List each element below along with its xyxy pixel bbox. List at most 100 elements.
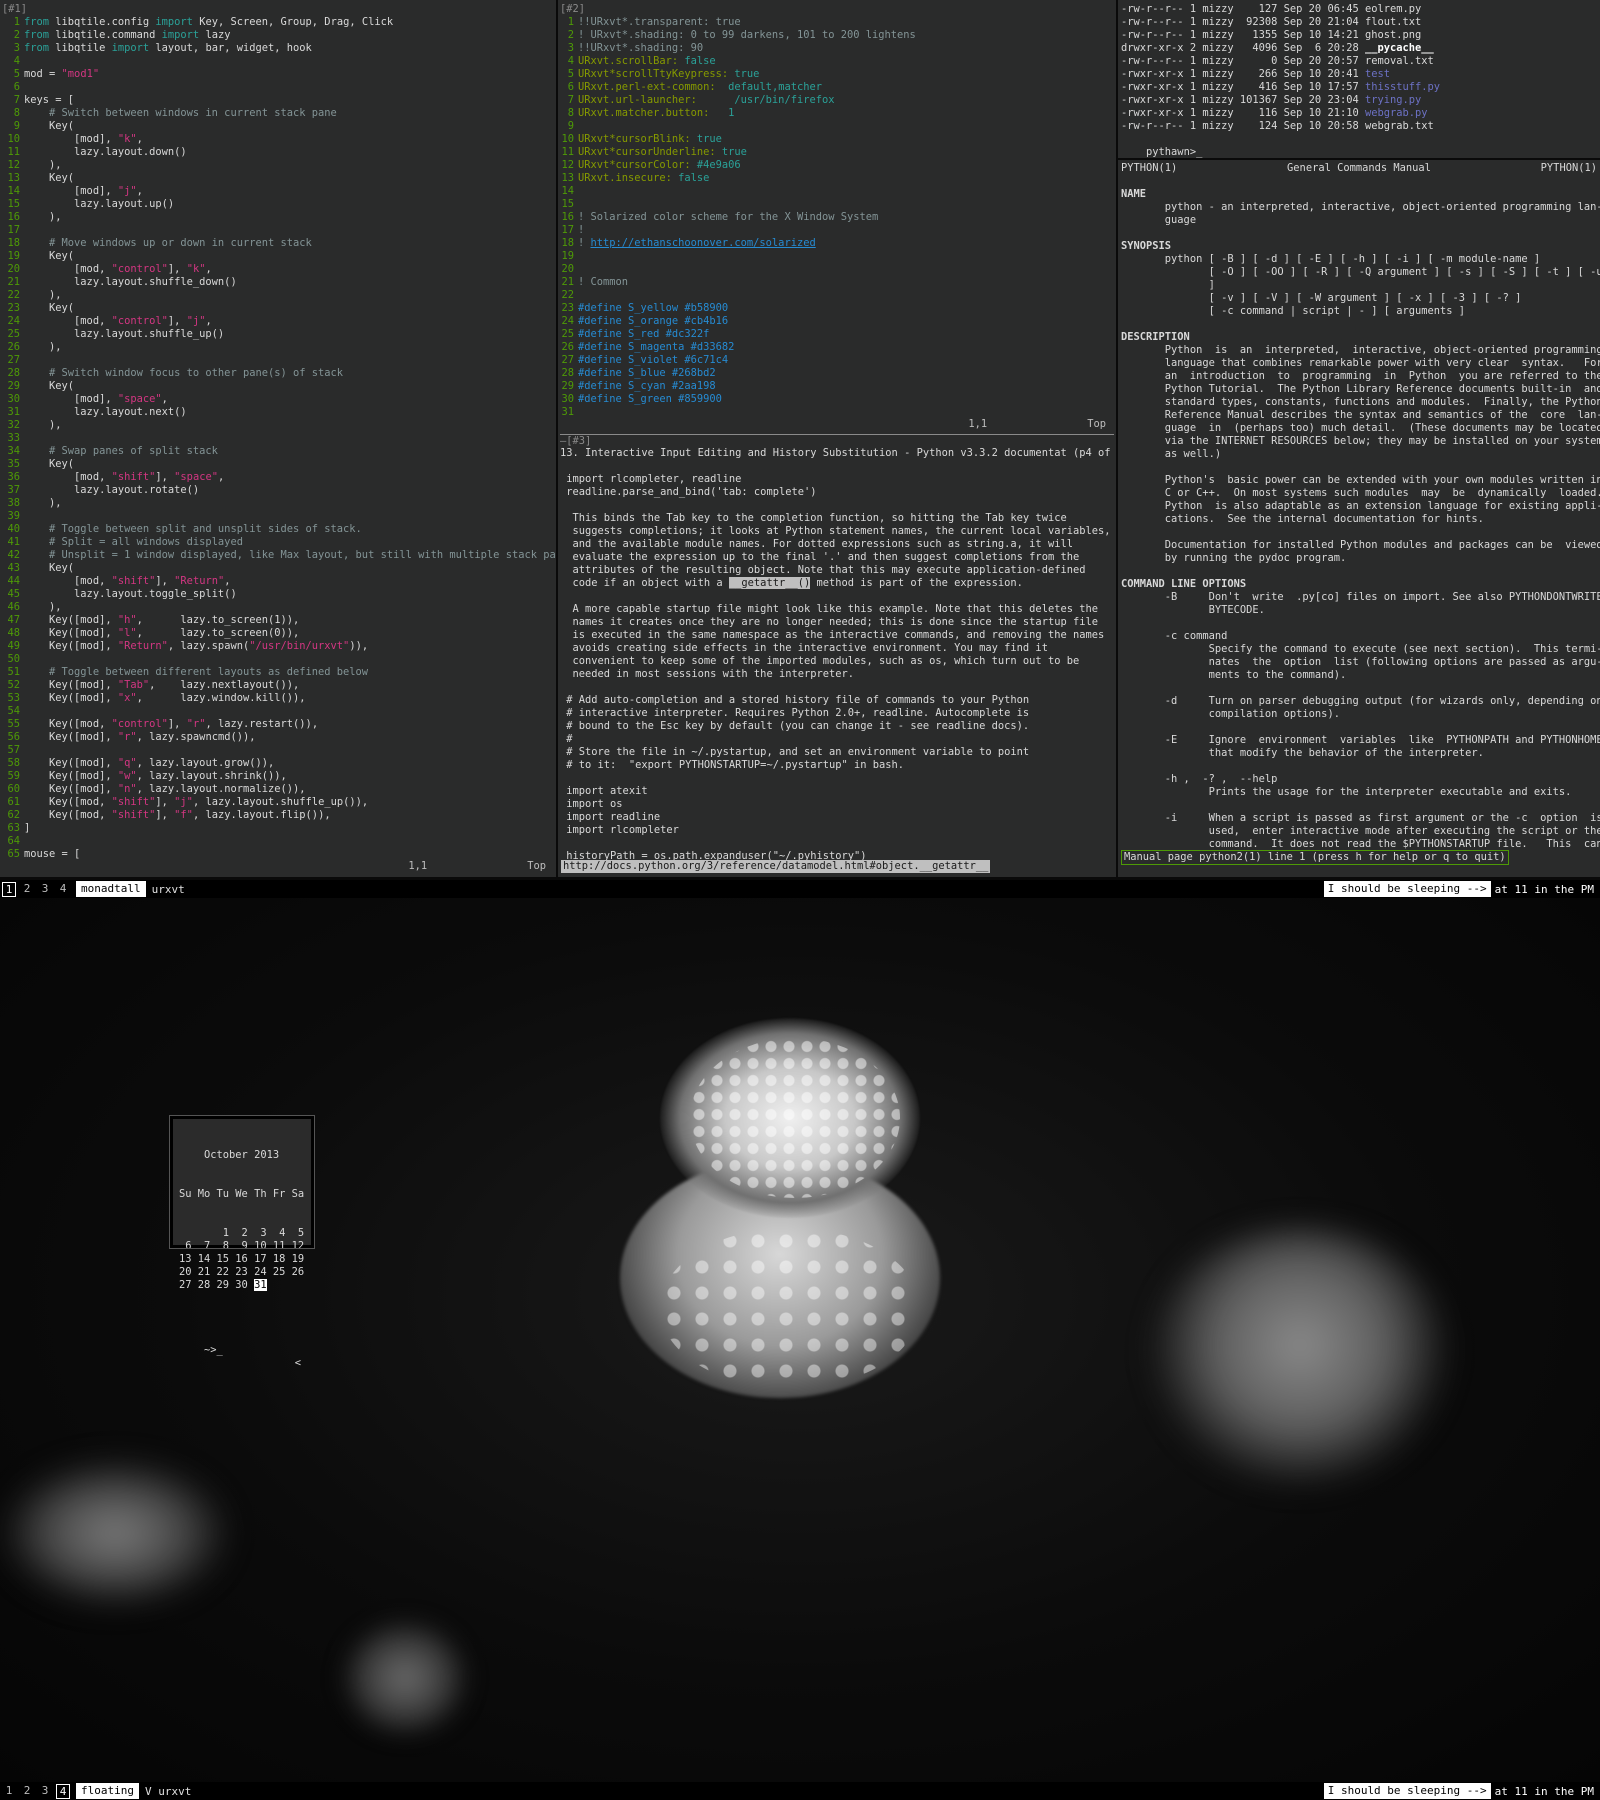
doc-line: attributes of the resulting object. Note… bbox=[560, 564, 1086, 576]
code-lines[interactable]: 1 from libqtile.config import Key, Screen… bbox=[2, 16, 556, 861]
workspace-4[interactable]: 4 bbox=[56, 1783, 70, 1799]
layout-indicator[interactable]: floating bbox=[76, 1783, 139, 1799]
doc-line: avoids creating side effects in the inte… bbox=[560, 642, 1048, 654]
editor-status: 1,1 Top bbox=[968, 418, 1106, 431]
man-line: python - an interpreted, interactive, ob… bbox=[1121, 201, 1600, 213]
file-entry: drwxr-xr-x 2 mizzy 4096 Sep 6 20:28 __py… bbox=[1121, 42, 1434, 54]
line-number: 65 bbox=[7, 848, 20, 860]
window-name[interactable]: V urxvt bbox=[145, 1785, 191, 1798]
doc-line: convenient to keep some of the imported … bbox=[560, 655, 1080, 667]
code-line: 9 bbox=[560, 120, 1114, 133]
calendar-window[interactable]: October 2013 Su Mo Tu We Th Fr Sa 1 2 3 … bbox=[169, 1115, 315, 1369]
line-number: 9 bbox=[567, 120, 574, 132]
line-number: 44 bbox=[7, 575, 20, 587]
line-text: Key([mod], "w", lazy.layout.shrink()), bbox=[24, 770, 287, 782]
line-text: ! bbox=[578, 224, 585, 236]
man-lines: NAME python - an interpreted, interactiv… bbox=[1121, 175, 1600, 851]
pane-title: —[#3] bbox=[560, 434, 1114, 447]
line-text: ), bbox=[24, 211, 62, 223]
man-line: Python is an interpreted, interactive, o… bbox=[1121, 344, 1600, 356]
manpage-pane-5[interactable]: PYTHON(1) General Commands Manual PYTHON… bbox=[1118, 160, 1600, 877]
code-line: 52 Key([mod], "Tab", lazy.nextlayout()), bbox=[2, 679, 554, 692]
line-number: 27 bbox=[561, 354, 574, 366]
calendar-today: 31 bbox=[254, 1279, 267, 1291]
line-number: 3 bbox=[567, 42, 574, 54]
line-number: 38 bbox=[7, 497, 20, 509]
line-text: Key( bbox=[24, 562, 75, 574]
line-text: from libqtile import layout, bar, widget… bbox=[24, 42, 312, 54]
workspace-1[interactable]: 1 bbox=[0, 1784, 18, 1799]
code-line: 11 lazy.layout.down() bbox=[2, 146, 554, 159]
line-number: 25 bbox=[561, 328, 574, 340]
doc-line bbox=[560, 772, 1114, 785]
prompt-widget[interactable]: I should be sleeping --> bbox=[1323, 1783, 1491, 1799]
calendar-weeks: 1 2 3 4 5 6 7 8 9 10 11 12 13 14 15 16 17… bbox=[179, 1227, 305, 1292]
line-number: 17 bbox=[7, 224, 20, 236]
code-line: 42 # Unsplit = 1 window displayed, like … bbox=[2, 549, 556, 562]
code-line: 50 bbox=[2, 653, 554, 666]
workspace-3[interactable]: 3 bbox=[36, 1784, 54, 1799]
workspace-1[interactable]: 1 bbox=[2, 881, 16, 897]
editor-pane-2[interactable]: [#2] 1 !!URxvt*.transparent: true 2! URxvt… bbox=[558, 0, 1116, 434]
line-text: Key([mod], "h", lazy.to_screen(1)), bbox=[24, 614, 300, 626]
line-text: Key( bbox=[24, 120, 75, 132]
calendar-prompt-row[interactable]: ~>_ < bbox=[179, 1331, 305, 1383]
workspace-group[interactable]: 1234 bbox=[0, 1783, 72, 1799]
doc-line: # Add auto-completion and a stored histo… bbox=[560, 694, 1030, 706]
clock-widget: at 11 in the PM bbox=[1494, 882, 1594, 896]
workspace-2[interactable]: 2 bbox=[18, 882, 36, 897]
shell-prompt-row[interactable]: pythawn>_ < bbox=[1121, 133, 1597, 158]
code-line: 55 Key([mod, "control"], "r", lazy.resta… bbox=[2, 718, 554, 731]
man-line: used, enter interactive mode after execu… bbox=[1121, 825, 1600, 837]
bottom-bar: 1234 floating V urxvt I should be sleepi… bbox=[0, 1782, 1600, 1800]
workspace-group[interactable]: 1234 bbox=[0, 881, 72, 897]
doc-lines[interactable]: 13. Interactive Input Editing and Histor… bbox=[560, 447, 1114, 863]
layout-indicator[interactable]: monadtall bbox=[76, 881, 146, 897]
doc-line: import atexit bbox=[560, 785, 648, 797]
line-number: 43 bbox=[7, 562, 20, 574]
man-line bbox=[1121, 526, 1597, 539]
line-text: # Swap panes of split stack bbox=[24, 445, 218, 457]
man-line: -c command bbox=[1121, 630, 1228, 642]
line-text: mod = "mod1" bbox=[24, 68, 100, 80]
code-line: 27 bbox=[2, 354, 554, 367]
code-line: 7 keys = [ bbox=[2, 94, 554, 107]
line-text: keys = [ bbox=[24, 94, 75, 106]
man-line: nates the option list (following options… bbox=[1121, 656, 1600, 668]
editor-pane-1[interactable]: [#1] 1 from libqtile.config import Key, S… bbox=[0, 0, 556, 877]
shell-prompt[interactable]: pythawn>_ bbox=[1146, 146, 1202, 158]
code-lines[interactable]: 1 !!URxvt*.transparent: true 2 ! URxvt*.sha… bbox=[560, 16, 1114, 419]
line-text: ! Solarized color scheme for the X Windo… bbox=[578, 211, 879, 223]
cursor-position: 1,1 bbox=[968, 418, 988, 430]
line-text: ), bbox=[24, 497, 62, 509]
window-name[interactable]: urxvt bbox=[152, 883, 185, 896]
line-text: ), bbox=[24, 341, 62, 353]
man-line bbox=[1121, 721, 1597, 734]
terminal-pane-4[interactable]: -rw-r--r-- 1 mizzy 127 Sep 20 06:45 eolr… bbox=[1118, 0, 1600, 158]
line-text: lazy.layout.rotate() bbox=[24, 484, 200, 496]
browser-pane-3[interactable]: —[#3] 13. Interactive Input Editing and … bbox=[558, 434, 1116, 877]
code-line: 15 bbox=[560, 198, 1114, 211]
line-text: #define S_cyan #2aa198 bbox=[578, 380, 716, 392]
code-line: 21 ! Common bbox=[560, 276, 1114, 289]
prompt-widget[interactable]: I should be sleeping --> bbox=[1323, 881, 1491, 897]
file-listing: -rw-r--r-- 1 mizzy 127 Sep 20 06:45 eolr… bbox=[1121, 3, 1597, 133]
line-text: Key([mod], "Tab", lazy.nextlayout()), bbox=[24, 679, 300, 691]
code-line: 62 Key([mod, "shift"], "f", lazy.layout.… bbox=[2, 809, 554, 822]
code-line: 24 #define S_orange #cb4b16 bbox=[560, 315, 1114, 328]
workspace-3[interactable]: 3 bbox=[36, 882, 54, 897]
clock-widget: at 11 in the PM bbox=[1494, 1784, 1594, 1798]
line-number: 17 bbox=[561, 224, 574, 236]
doc-line: code if an object with a __getattr__() m… bbox=[560, 577, 1023, 589]
line-number: 52 bbox=[7, 679, 20, 691]
workspace-4[interactable]: 4 bbox=[54, 882, 72, 897]
code-line: 34 # Swap panes of split stack bbox=[2, 445, 554, 458]
line-number: 32 bbox=[7, 419, 20, 431]
line-number: 64 bbox=[7, 835, 20, 847]
line-text: ), bbox=[24, 289, 62, 301]
calendar-shell-prompt[interactable]: ~>_ bbox=[204, 1344, 223, 1356]
line-number: 47 bbox=[7, 614, 20, 626]
man-line: Documentation for installed Python modul… bbox=[1121, 539, 1600, 551]
url-status-bar[interactable]: http://docs.python.org/3/reference/datam… bbox=[561, 860, 991, 873]
workspace-2[interactable]: 2 bbox=[18, 1784, 36, 1799]
